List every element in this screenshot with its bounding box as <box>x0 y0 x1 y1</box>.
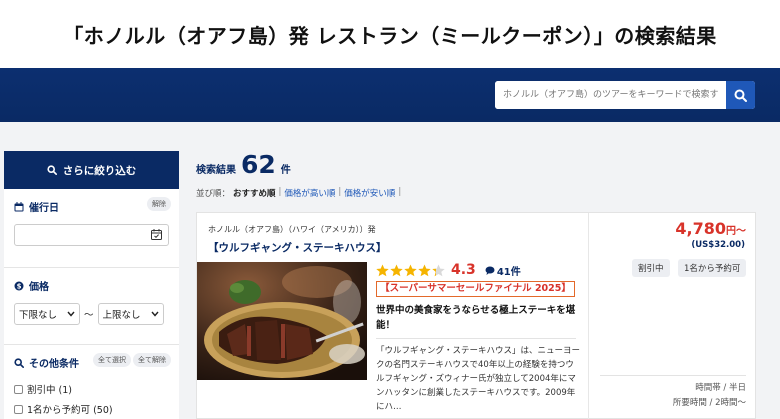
condition-option-discount[interactable]: 割引中 (1) <box>14 382 169 396</box>
divider <box>376 338 576 339</box>
date-filter-label-row: 催行日 <box>14 199 169 214</box>
rating-value: 4.3 <box>451 262 476 278</box>
sort-price-high[interactable]: 価格が高い順 <box>284 187 335 199</box>
page-header: 「ホノルル（オアフ島）発 レストラン（ミールクーポン）」の検索結果 <box>0 0 780 68</box>
sort-prefix: 並び順： <box>196 189 231 199</box>
rating-row: 4.3 41件 <box>376 262 521 278</box>
price-filter: $ 価格 下限なし 〜 上限なし <box>4 268 179 345</box>
tour-duration: 所要時間 / 2時間〜 <box>672 398 746 408</box>
tour-description: 「ウルフギャング・ステーキハウス」は、ニューヨークの名門ステーキハウスで40年以… <box>376 346 581 412</box>
date-filter: 催行日 解除 <box>4 189 179 268</box>
price-range-row: 下限なし 〜 上限なし <box>14 303 169 325</box>
sort-separator: | <box>338 187 342 197</box>
tour-price: 4,780円〜 <box>675 219 746 238</box>
tour-price-value: 4,780 <box>675 219 726 238</box>
search-icon <box>14 357 24 368</box>
tag-single-booking: 1名から予約可 <box>678 259 747 277</box>
filter-sidebar: さらに絞り込む 催行日 解除 $ 価格 下限なし 〜 上限なし その他条件 全て… <box>4 151 179 419</box>
price-range-separator: 〜 <box>84 310 94 321</box>
review-count-link[interactable]: 41件 <box>485 263 521 278</box>
search-button[interactable] <box>726 81 755 109</box>
select-all-button[interactable]: 全て選択 <box>93 353 131 367</box>
search-box <box>495 81 755 109</box>
condition-option-single-booking[interactable]: 1名から予約可 (50) <box>14 402 169 416</box>
other-conditions-filter: その他条件 全て選択 全て解除 割引中 (1) 1名から予約可 (50) <box>4 345 179 419</box>
divider <box>600 375 746 376</box>
results-number: 62 <box>241 150 276 179</box>
results-label: 検索結果 <box>196 165 236 176</box>
price-min-value: 下限なし <box>19 310 58 321</box>
price-filter-label-row: $ 価格 <box>14 278 169 293</box>
tour-time-slot: 時間帯 / 半日 <box>695 383 746 393</box>
tour-card-side: 4,780円〜 (US$32.00) 割引中 1名から予約可 時間帯 / 半日 … <box>590 213 756 419</box>
coin-icon: $ <box>14 281 24 290</box>
tour-price-suffix: 円〜 <box>726 226 746 237</box>
results-count: 検索結果 62 件 <box>196 150 291 179</box>
page-title: 「ホノルル（オアフ島）発 レストラン（ミールクーポン）」の検索結果 <box>63 23 717 48</box>
promo-badge: 【スーパーサマーセールファイナル 2025】 <box>376 281 575 297</box>
date-filter-label: 催行日 <box>29 203 59 214</box>
sort-separator: | <box>278 187 282 197</box>
date-input[interactable] <box>14 224 169 246</box>
sort-price-low[interactable]: 価格が安い順 <box>344 187 395 199</box>
clear-all-button[interactable]: 全て解除 <box>133 353 171 367</box>
tour-title-link[interactable]: 【ウルフギャング・ステーキハウス】 <box>208 240 387 255</box>
sort-recommended[interactable]: おすすめ順 <box>233 187 276 199</box>
chevron-down-icon <box>67 311 75 317</box>
price-max-value: 上限なし <box>102 310 141 321</box>
checkbox[interactable] <box>14 384 23 394</box>
calendar-picker-icon[interactable] <box>151 229 162 240</box>
condition-option-label: 1名から予約可 (50) <box>27 405 113 416</box>
filter-header-label: さらに絞り込む <box>62 164 137 177</box>
other-filter-label: その他条件 <box>29 359 79 370</box>
tour-photo[interactable] <box>197 262 367 380</box>
date-clear-button[interactable]: 解除 <box>147 197 171 211</box>
search-band <box>0 68 780 122</box>
tour-destination: ホノルル（オアフ島）（ハワイ（アメリカ））発 <box>208 225 376 234</box>
calendar-icon <box>14 201 24 211</box>
checkbox[interactable] <box>14 404 23 414</box>
tour-card[interactable]: ホノルル（オアフ島）（ハワイ（アメリカ））発 【ウルフギャング・ステーキハウス】 <box>196 212 756 419</box>
filter-header-button[interactable]: さらに絞り込む <box>4 151 179 189</box>
steak-photo <box>197 262 367 380</box>
search-input[interactable] <box>495 81 726 109</box>
comment-icon <box>485 266 495 275</box>
results-unit: 件 <box>280 165 291 176</box>
price-min-select[interactable]: 下限なし <box>14 303 80 325</box>
sort-options: 並び順： おすすめ順 | 価格が高い順 | 価格が安い順 | <box>196 187 401 199</box>
star-rating-icon <box>376 264 445 276</box>
tour-card-main: ホノルル（オアフ島）（ハワイ（アメリカ））発 【ウルフギャング・ステーキハウス】 <box>197 213 589 419</box>
price-filter-label: 価格 <box>29 282 49 293</box>
price-max-select[interactable]: 上限なし <box>97 303 164 325</box>
search-icon <box>47 165 57 175</box>
review-count-label: 41件 <box>496 266 521 278</box>
chevron-down-icon <box>150 311 159 317</box>
tag-discount: 割引中 <box>632 259 670 277</box>
search-icon <box>734 89 747 102</box>
tour-price-usd: (US$32.00) <box>691 240 745 250</box>
condition-option-label: 割引中 (1) <box>27 385 72 396</box>
sort-separator: | <box>398 187 402 197</box>
svg-text:$: $ <box>17 282 22 290</box>
content-area: さらに絞り込む 催行日 解除 $ 価格 下限なし 〜 上限なし その他条件 全て… <box>0 122 780 419</box>
tour-catchphrase: 世界中の美食家をうならせる極上ステーキを堪能！ <box>376 305 576 331</box>
